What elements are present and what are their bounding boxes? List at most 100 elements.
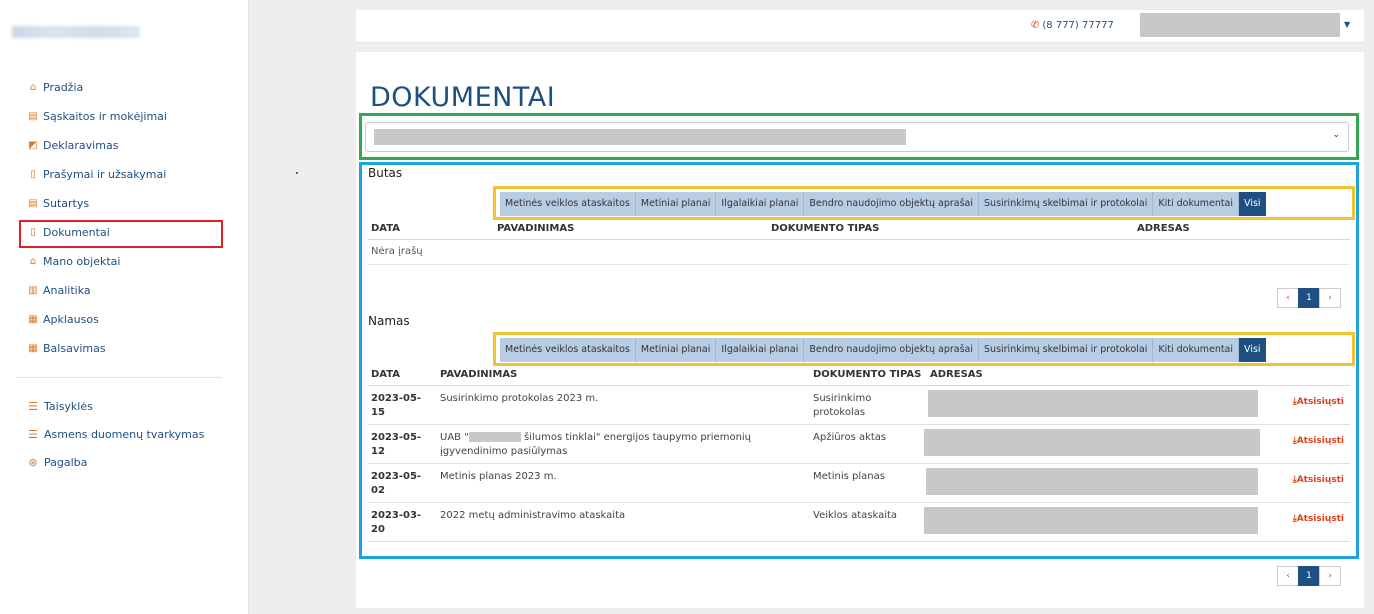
- row-address: [924, 507, 1258, 534]
- logo[interactable]: [12, 26, 140, 38]
- tab-ilgalaikiai-planai[interactable]: Ilgalaikiai planai: [716, 192, 805, 216]
- stray-dot: [296, 172, 298, 174]
- row-date: 2023-05-12: [371, 432, 422, 457]
- download-label: Atsisiųsti: [1296, 514, 1344, 524]
- sidebar-item-deklaravimas[interactable]: ◩ Deklaravimas: [27, 131, 167, 160]
- namas-table-header: DATA PAVADINIMAS DOKUMENTO TIPAS ADRESAS: [368, 367, 1350, 386]
- sidebar-nav: ⌂ Pradžia ▤ Sąskaitos ir mokėjimai ◩ Deklar…: [27, 73, 167, 363]
- butas-table-header: DATA PAVADINIMAS DOKUMENTO TIPAS ADRESAS: [368, 221, 1350, 240]
- bar-chart-icon: ▥: [28, 285, 38, 296]
- tab-bendro-naudojimo[interactable]: Bendro naudojimo objektų aprašai: [804, 338, 980, 362]
- prev-page-button[interactable]: ‹: [1277, 566, 1299, 586]
- sidebar-item-prasymai[interactable]: ▯ Prašymai ir užsakymai: [27, 160, 167, 189]
- empty-message: Nėra įrašų: [371, 246, 423, 257]
- user-menu[interactable]: [1140, 13, 1340, 37]
- phone-link[interactable]: ✆ (8 777) 77777: [1031, 20, 1114, 31]
- sidebar: ⌂ Pradžia ▤ Sąskaitos ir mokėjimai ◩ Deklar…: [0, 0, 249, 614]
- sidebar-item-label: Analitika: [43, 284, 91, 297]
- row-type: Metinis planas: [813, 471, 885, 482]
- sidebar-item-apklausos[interactable]: ▦ Apklausos: [27, 305, 167, 334]
- column-header-date: DATA: [371, 369, 401, 380]
- sidebar-item-label: Apklausos: [43, 313, 99, 326]
- row-address: [924, 429, 1260, 456]
- row-address: [926, 468, 1258, 495]
- table-row: 2023-05-02 Metinis planas 2023 m. Metini…: [368, 464, 1350, 503]
- sidebar-item-label: Balsavimas: [43, 342, 106, 355]
- row-type: Susirinkimo protokolas: [813, 393, 872, 418]
- sidebar-item-label: Sąskaitos ir mokėjimai: [43, 110, 167, 123]
- download-link[interactable]: ⤓Atsisiųsti: [1293, 475, 1344, 485]
- contract-icon: ▤: [28, 198, 38, 209]
- column-header-address: ADRESAS: [1137, 223, 1190, 234]
- sidebar-item-label: Taisyklės: [44, 399, 93, 413]
- sidebar-item-pagalba[interactable]: ⊛ Pagalba: [27, 448, 204, 476]
- vote-icon: ▦: [28, 343, 38, 354]
- sidebar-item-balsavimas[interactable]: ▦ Balsavimas: [27, 334, 167, 363]
- tab-metines-veiklos[interactable]: Metinės veiklos ataskaitos: [500, 338, 636, 362]
- home-icon: ⌂: [29, 256, 37, 267]
- selected-object-value: [374, 129, 906, 145]
- page-button[interactable]: 1: [1298, 566, 1320, 586]
- sidebar-item-label: Deklaravimas: [43, 139, 119, 152]
- page-button[interactable]: 1: [1298, 288, 1320, 308]
- tab-metines-veiklos[interactable]: Metinės veiklos ataskaitos: [500, 192, 636, 216]
- column-header-address: ADRESAS: [930, 369, 983, 380]
- tab-susirinkimu[interactable]: Susirinkimų skelbimai ir protokolai: [979, 338, 1154, 362]
- row-name-prefix: UAB ": [440, 432, 469, 443]
- tab-metiniai-planai[interactable]: Metiniai planai: [635, 192, 717, 216]
- column-header-name: PAVADINIMAS: [497, 223, 575, 234]
- tab-ilgalaikiai-planai[interactable]: Ilgalaikiai planai: [716, 338, 805, 362]
- row-date: 2023-05-15: [371, 393, 422, 418]
- prev-page-button[interactable]: ‹: [1277, 288, 1299, 308]
- row-name: UAB " šilumos tinklai" energijos taupymo…: [440, 431, 800, 459]
- column-header-name: PAVADINIMAS: [440, 369, 518, 380]
- tab-visi[interactable]: Visi: [1239, 192, 1266, 216]
- sidebar-item-pradzia[interactable]: ⌂ Pradžia: [27, 73, 167, 102]
- sidebar-item-label: Asmens duomenų tvarkymas: [44, 427, 205, 441]
- tab-susirinkimu[interactable]: Susirinkimų skelbimai ir protokolai: [979, 192, 1154, 216]
- column-header-date: DATA: [371, 223, 401, 234]
- download-link[interactable]: ⤓Atsisiųsti: [1293, 514, 1344, 524]
- sidebar-item-saskaitos[interactable]: ▤ Sąskaitos ir mokėjimai: [27, 102, 167, 131]
- tab-bendro-naudojimo[interactable]: Bendro naudojimo objektų aprašai: [804, 192, 980, 216]
- lifebuoy-icon: ⊛: [28, 455, 38, 469]
- row-type: Apžiūros aktas: [813, 432, 887, 443]
- tab-visi[interactable]: Visi: [1239, 338, 1266, 362]
- column-header-type: DOKUMENTO TIPAS: [771, 223, 880, 234]
- namas-tabs: Metinės veiklos ataskaitos Metiniai plan…: [500, 338, 1266, 362]
- sidebar-item-mano-objektai[interactable]: ⌂ Mano objektai: [27, 247, 167, 276]
- object-select[interactable]: ⌄: [365, 122, 1349, 152]
- section-title-namas: Namas: [368, 314, 410, 328]
- sidebar-item-asmens-duomenu[interactable]: ☰ Asmens duomenų tvarkymas: [27, 420, 204, 448]
- top-bar: ✆ (8 777) 77777 ▼: [356, 10, 1364, 43]
- caret-down-icon[interactable]: ▼: [1344, 20, 1350, 29]
- next-page-button[interactable]: ›: [1319, 566, 1341, 586]
- poll-icon: ▦: [28, 314, 38, 325]
- main-panel: DOKUMENTAI ⌄ Butas Metinės veiklos atask…: [356, 52, 1364, 608]
- list-icon: ☰: [28, 427, 38, 441]
- tab-kiti-dokumentai[interactable]: Kiti dokumentai: [1153, 338, 1240, 362]
- table-row: 2023-03-20 2022 metų administravimo atas…: [368, 503, 1350, 542]
- sidebar-nav-secondary: ☰ Taisyklės ☰ Asmens duomenų tvarkymas ⊛ Pa…: [27, 392, 204, 476]
- sidebar-item-taisykles[interactable]: ☰ Taisyklės: [27, 392, 204, 420]
- download-label: Atsisiųsti: [1296, 436, 1344, 446]
- sidebar-item-label: Sutartys: [43, 197, 90, 210]
- download-link[interactable]: ⤓Atsisiųsti: [1293, 436, 1344, 446]
- sidebar-item-sutartys[interactable]: ▤ Sutartys: [27, 189, 167, 218]
- tab-kiti-dokumentai[interactable]: Kiti dokumentai: [1153, 192, 1240, 216]
- download-label: Atsisiųsti: [1296, 475, 1344, 485]
- download-link[interactable]: ⤓Atsisiųsti: [1293, 397, 1344, 407]
- redacted-name: [468, 432, 521, 442]
- sidebar-item-label: Pradžia: [43, 81, 84, 94]
- sidebar-item-label: Prašymai ir užsakymai: [43, 168, 167, 181]
- list-icon: ☰: [28, 399, 38, 413]
- sidebar-item-analitika[interactable]: ▥ Analitika: [27, 276, 167, 305]
- next-page-button[interactable]: ›: [1319, 288, 1341, 308]
- row-date: 2023-03-20: [371, 510, 422, 535]
- chevron-down-icon: ⌄: [1332, 130, 1340, 140]
- butas-tabs: Metinės veiklos ataskaitos Metiniai plan…: [500, 192, 1266, 216]
- tab-metiniai-planai[interactable]: Metiniai planai: [635, 338, 717, 362]
- row-name: 2022 metų administravimo ataskaita: [440, 510, 626, 521]
- phone-icon: ✆: [1031, 20, 1040, 31]
- table-row: 2023-05-12 UAB " šilumos tinklai" energi…: [368, 425, 1350, 464]
